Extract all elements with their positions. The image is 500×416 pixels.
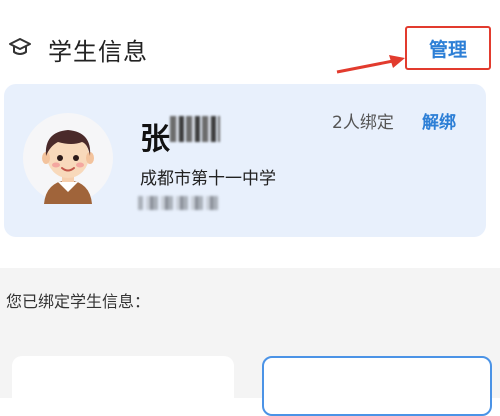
graduation-cap-icon: [9, 38, 31, 55]
student-name: 张: [140, 122, 170, 157]
bound-count: 2人绑定: [332, 113, 394, 133]
annotation-arrow: [336, 55, 405, 74]
manage-label: 管理: [428, 38, 467, 61]
redacted-id: [138, 196, 218, 210]
student-card: 张 成都市第十一中学 2人绑定 解绑: [4, 84, 486, 237]
bound-student-card-selected[interactable]: [262, 356, 492, 416]
redacted-name: [170, 116, 220, 142]
student-avatar: [23, 113, 113, 204]
page-title: 学生信息: [48, 38, 148, 66]
manage-button[interactable]: 管理: [405, 26, 491, 70]
bound-student-card[interactable]: [12, 356, 234, 416]
unbind-link[interactable]: 解绑: [422, 108, 456, 133]
student-school: 成都市第十一中学: [140, 169, 276, 189]
student-info-panel: 学生信息 管理 张 成都市第十一中学 2人绑定 解绑: [0, 0, 500, 268]
bound-section-label: 您已绑定学生信息：: [6, 292, 151, 311]
